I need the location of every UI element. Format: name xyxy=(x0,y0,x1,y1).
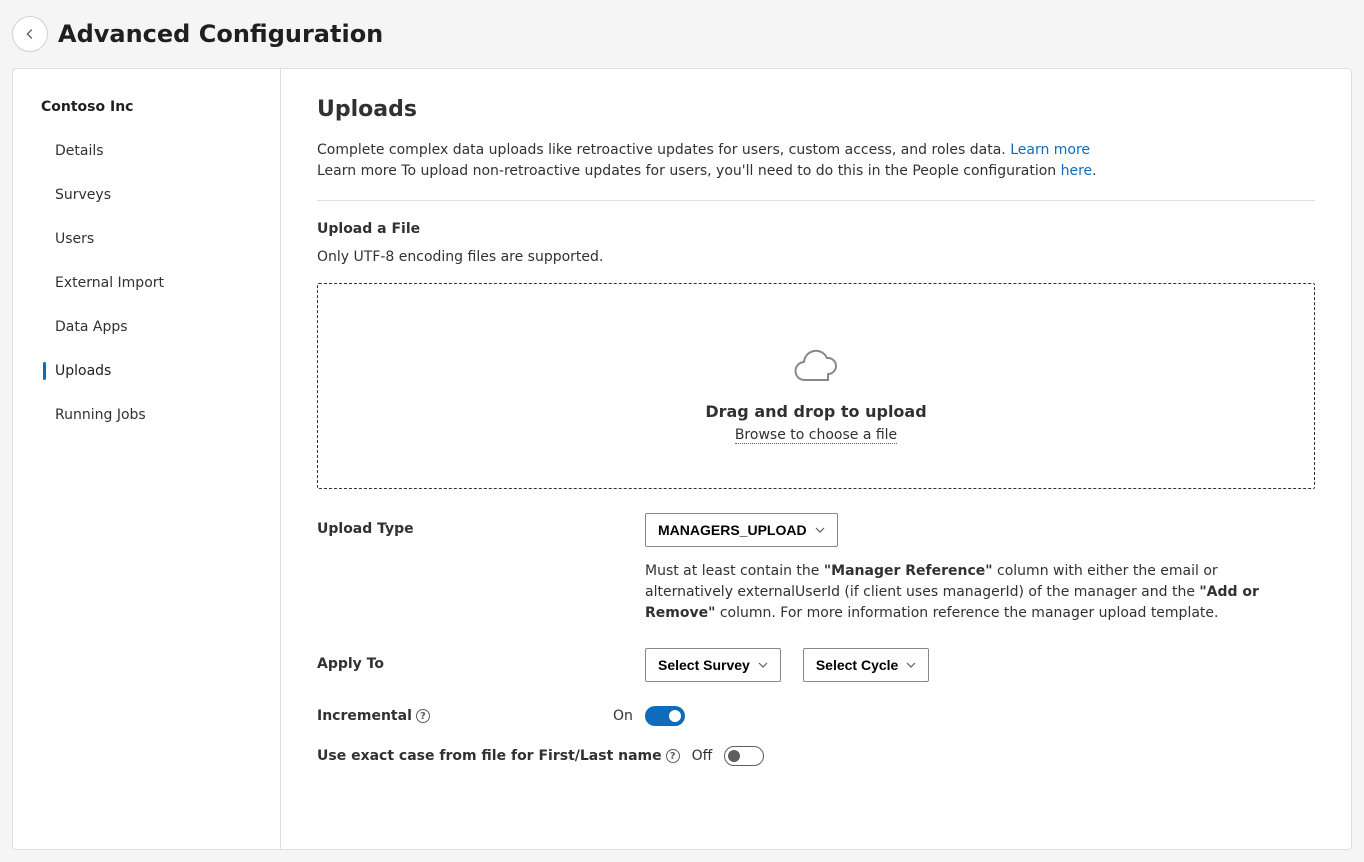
people-config-here-link[interactable]: here xyxy=(1061,163,1093,179)
sidebar-item-users[interactable]: Users xyxy=(13,217,280,261)
main-content: Uploads Complete complex data uploads li… xyxy=(281,69,1351,849)
upload-type-select[interactable]: MANAGERS_UPLOAD xyxy=(645,513,838,547)
sidebar-org-name: Contoso Inc xyxy=(13,93,280,129)
main-heading: Uploads xyxy=(317,97,1315,122)
select-survey-value: Select Survey xyxy=(658,657,750,673)
arrow-left-icon xyxy=(23,27,37,41)
back-button[interactable] xyxy=(12,16,48,52)
browse-file-link[interactable]: Browse to choose a file xyxy=(735,427,897,444)
chevron-down-icon xyxy=(758,660,768,670)
divider xyxy=(317,200,1315,201)
sidebar-item-external-import[interactable]: External Import xyxy=(13,261,280,305)
dropzone-title: Drag and drop to upload xyxy=(338,402,1294,421)
intro-line1: Complete complex data uploads like retro… xyxy=(317,142,1010,158)
intro-text: Complete complex data uploads like retro… xyxy=(317,140,1315,182)
select-cycle-value: Select Cycle xyxy=(816,657,899,673)
learn-more-link[interactable]: Learn more xyxy=(1010,142,1090,158)
sidebar-item-running-jobs[interactable]: Running Jobs xyxy=(13,393,280,437)
select-cycle[interactable]: Select Cycle xyxy=(803,648,930,682)
sidebar-item-uploads[interactable]: Uploads xyxy=(13,349,280,393)
cloud-upload-icon xyxy=(792,344,840,388)
page-title: Advanced Configuration xyxy=(58,20,383,48)
upload-type-help: Must at least contain the "Manager Refer… xyxy=(645,561,1285,624)
upload-type-label: Upload Type xyxy=(317,513,645,537)
help-icon[interactable]: ? xyxy=(666,749,680,763)
incremental-label: Incremental ? xyxy=(317,708,613,724)
sidebar-item-details[interactable]: Details xyxy=(13,129,280,173)
intro-line2: Learn more To upload non-retroactive upd… xyxy=(317,163,1061,179)
file-dropzone[interactable]: Drag and drop to upload Browse to choose… xyxy=(317,283,1315,489)
chevron-down-icon xyxy=(906,660,916,670)
exact-case-toggle[interactable] xyxy=(724,746,764,766)
incremental-toggle[interactable] xyxy=(645,706,685,726)
select-survey[interactable]: Select Survey xyxy=(645,648,781,682)
apply-to-label: Apply To xyxy=(317,648,645,672)
exact-case-state: Off xyxy=(692,748,713,764)
exact-case-label: Use exact case from file for First/Last … xyxy=(317,748,692,764)
sidebar-item-surveys[interactable]: Surveys xyxy=(13,173,280,217)
help-icon[interactable]: ? xyxy=(416,709,430,723)
sidebar-item-data-apps[interactable]: Data Apps xyxy=(13,305,280,349)
sidebar: Contoso Inc Details Surveys Users Extern… xyxy=(13,69,281,849)
upload-file-label: Upload a File xyxy=(317,221,1315,237)
incremental-state: On xyxy=(613,708,633,724)
chevron-down-icon xyxy=(815,525,825,535)
encoding-hint: Only UTF-8 encoding files are supported. xyxy=(317,249,1315,265)
upload-type-value: MANAGERS_UPLOAD xyxy=(658,522,807,538)
